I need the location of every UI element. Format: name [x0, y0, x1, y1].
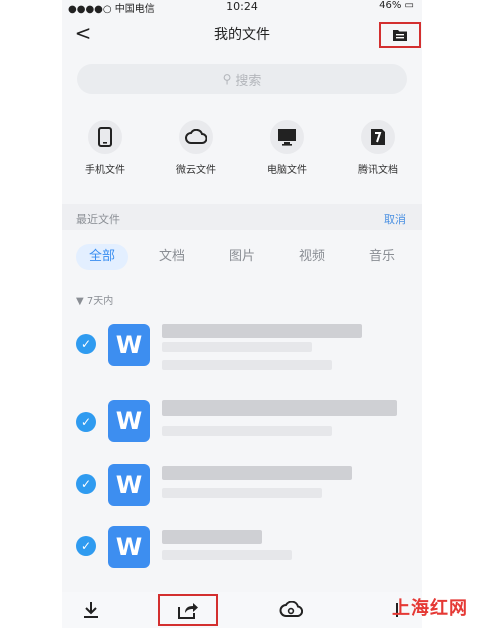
- nav-bar: < 我的文件: [62, 14, 422, 56]
- cloud-icon: [179, 120, 213, 154]
- share-icon: [178, 603, 198, 619]
- collapse-arrow-icon[interactable]: ▼: [76, 296, 84, 307]
- file-name-blurred: [162, 324, 362, 338]
- battery-icon: ▭: [404, 0, 414, 11]
- phone-icon: [88, 120, 122, 154]
- filter-tabs: 全部 文档 图片 视频 音乐: [62, 236, 422, 280]
- word-file-icon: W: [108, 400, 150, 442]
- search-bar[interactable]: ⚲ 搜索: [77, 64, 407, 94]
- save-to-weiyun-button[interactable]: [276, 594, 306, 626]
- download-button[interactable]: [76, 594, 106, 626]
- battery-percent: 46%: [379, 0, 402, 11]
- tab-documents[interactable]: 文档: [146, 244, 198, 270]
- file-row[interactable]: ✓ W: [62, 460, 422, 520]
- entry-tencent-docs[interactable]: 腾讯文档: [343, 120, 413, 180]
- group-label: ▼ 7天内: [76, 292, 113, 307]
- file-meta-blurred: [162, 426, 332, 436]
- search-icon: ⚲: [222, 72, 232, 86]
- word-file-icon: W: [108, 324, 150, 366]
- file-row[interactable]: ✓ W: [62, 392, 422, 452]
- file-name-blurred: [162, 342, 312, 352]
- file-name-blurred: [162, 400, 397, 416]
- file-meta-blurred: [162, 360, 332, 370]
- recent-files-title: 最近文件: [76, 213, 120, 226]
- status-bar: ●●●●○ 中国电信 10:24 46% ▭: [62, 0, 422, 15]
- folder-transfer-icon: [393, 30, 407, 41]
- watermark: 上海红网: [392, 598, 468, 619]
- tab-images[interactable]: 图片: [216, 244, 268, 270]
- file-transfer-button[interactable]: [379, 22, 421, 48]
- monitor-icon: [270, 120, 304, 154]
- entry-label: 手机文件: [85, 165, 125, 176]
- recent-files-header: 最近文件 取消: [62, 204, 422, 230]
- download-icon: [84, 602, 98, 618]
- tencent-doc-icon: [361, 120, 395, 154]
- bottom-action-bar: [62, 592, 422, 628]
- file-row[interactable]: ✓ W: [62, 316, 422, 376]
- file-row[interactable]: ✓ W: [62, 522, 422, 582]
- entry-label: 微云文件: [176, 165, 216, 176]
- entry-weiyun-files[interactable]: 微云文件: [161, 120, 231, 180]
- file-name-blurred: [162, 530, 262, 544]
- entry-label: 电脑文件: [267, 165, 307, 176]
- entry-label: 腾讯文档: [358, 165, 398, 176]
- cancel-button[interactable]: 取消: [384, 211, 406, 227]
- tab-music[interactable]: 音乐: [356, 244, 408, 270]
- phone-screen: ●●●●○ 中国电信 10:24 46% ▭ < 我的文件 ⚲ 搜索 手机文件: [62, 0, 422, 628]
- checked-icon[interactable]: ✓: [76, 536, 96, 556]
- share-button[interactable]: [158, 594, 218, 626]
- file-meta-blurred: [162, 550, 292, 560]
- cloud-icon: [279, 601, 303, 617]
- search-placeholder: 搜索: [235, 73, 262, 89]
- page-title: 我的文件: [214, 27, 270, 43]
- word-file-icon: W: [108, 464, 150, 506]
- checked-icon[interactable]: ✓: [76, 474, 96, 494]
- word-file-icon: W: [108, 526, 150, 568]
- battery-status: 46% ▭: [379, 0, 414, 11]
- file-meta-blurred: [162, 488, 322, 498]
- tab-videos[interactable]: 视频: [286, 244, 338, 270]
- tab-all[interactable]: 全部: [76, 244, 128, 270]
- entry-pc-files[interactable]: 电脑文件: [252, 120, 322, 180]
- group-title: 7天内: [86, 296, 114, 307]
- entry-phone-files[interactable]: 手机文件: [70, 120, 140, 180]
- status-time: 10:24: [226, 0, 258, 13]
- checked-icon[interactable]: ✓: [76, 334, 96, 354]
- file-name-blurred: [162, 466, 352, 480]
- checked-icon[interactable]: ✓: [76, 412, 96, 432]
